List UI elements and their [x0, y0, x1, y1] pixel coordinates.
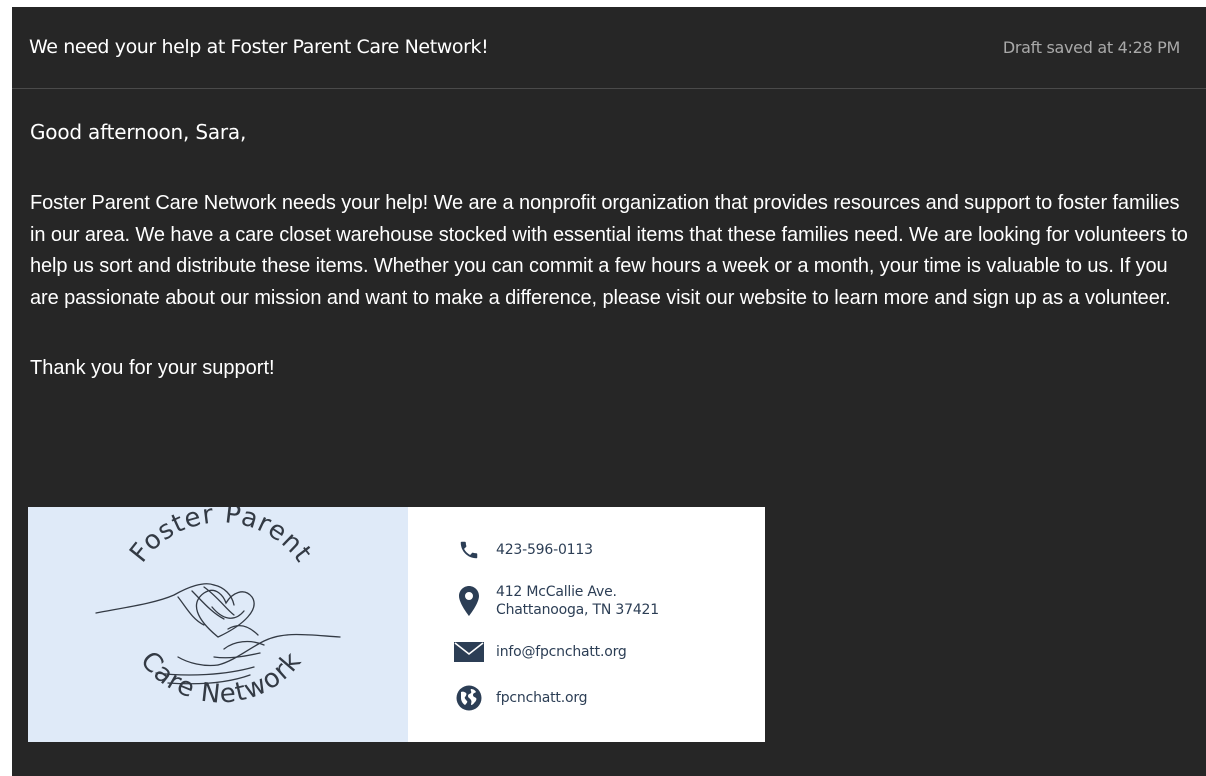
contact-address-row: 412 McCallie Ave. Chattanooga, TN 37421	[454, 583, 659, 619]
email-signature: Foster Parent Care Network 423-596-0113 …	[28, 507, 765, 742]
website-link[interactable]: fpcnchatt.org	[496, 689, 588, 707]
map-pin-icon	[454, 586, 484, 616]
logo-bottom-text: Care Network	[134, 646, 307, 710]
envelope-icon	[454, 642, 484, 662]
contact-email-row: info@fpcnchatt.org	[454, 642, 627, 662]
address-block: 412 McCallie Ave. Chattanooga, TN 37421	[496, 583, 659, 619]
body-paragraph: Foster Parent Care Network needs your he…	[30, 192, 1188, 309]
address-line-1: 412 McCallie Ave.	[496, 584, 617, 600]
svg-text:Foster Parent: Foster Parent	[124, 507, 318, 568]
contact-website-row: fpcnchatt.org	[454, 685, 588, 711]
email-address[interactable]: info@fpcnchatt.org	[496, 643, 627, 661]
greeting-text: Good afternoon, Sara,	[30, 120, 247, 144]
svg-text:Care Network: Care Network	[134, 646, 308, 710]
phone-icon	[454, 539, 484, 561]
subject-line[interactable]: We need your help at Foster Parent Care …	[29, 36, 489, 58]
contact-info-panel: 423-596-0113 412 McCallie Ave. Chattanoo…	[408, 507, 765, 742]
globe-icon	[454, 685, 484, 711]
draft-saved-status: Draft saved at 4:28 PM	[1002, 38, 1180, 57]
logo-top-text: Foster Parent	[124, 507, 317, 568]
organization-logo: Foster Parent Care Network	[28, 507, 408, 742]
contact-phone-row: 423-596-0113	[454, 539, 593, 561]
subject-bar: We need your help at Foster Parent Care …	[12, 7, 1206, 89]
email-compose-window: We need your help at Foster Parent Care …	[12, 7, 1206, 776]
closing-text: Thank you for your support!	[30, 357, 275, 379]
address-line-2: Chattanooga, TN 37421	[496, 602, 659, 618]
message-body[interactable]: Good afternoon, Sara, Foster Parent Care…	[30, 119, 1200, 381]
phone-number[interactable]: 423-596-0113	[496, 541, 593, 559]
